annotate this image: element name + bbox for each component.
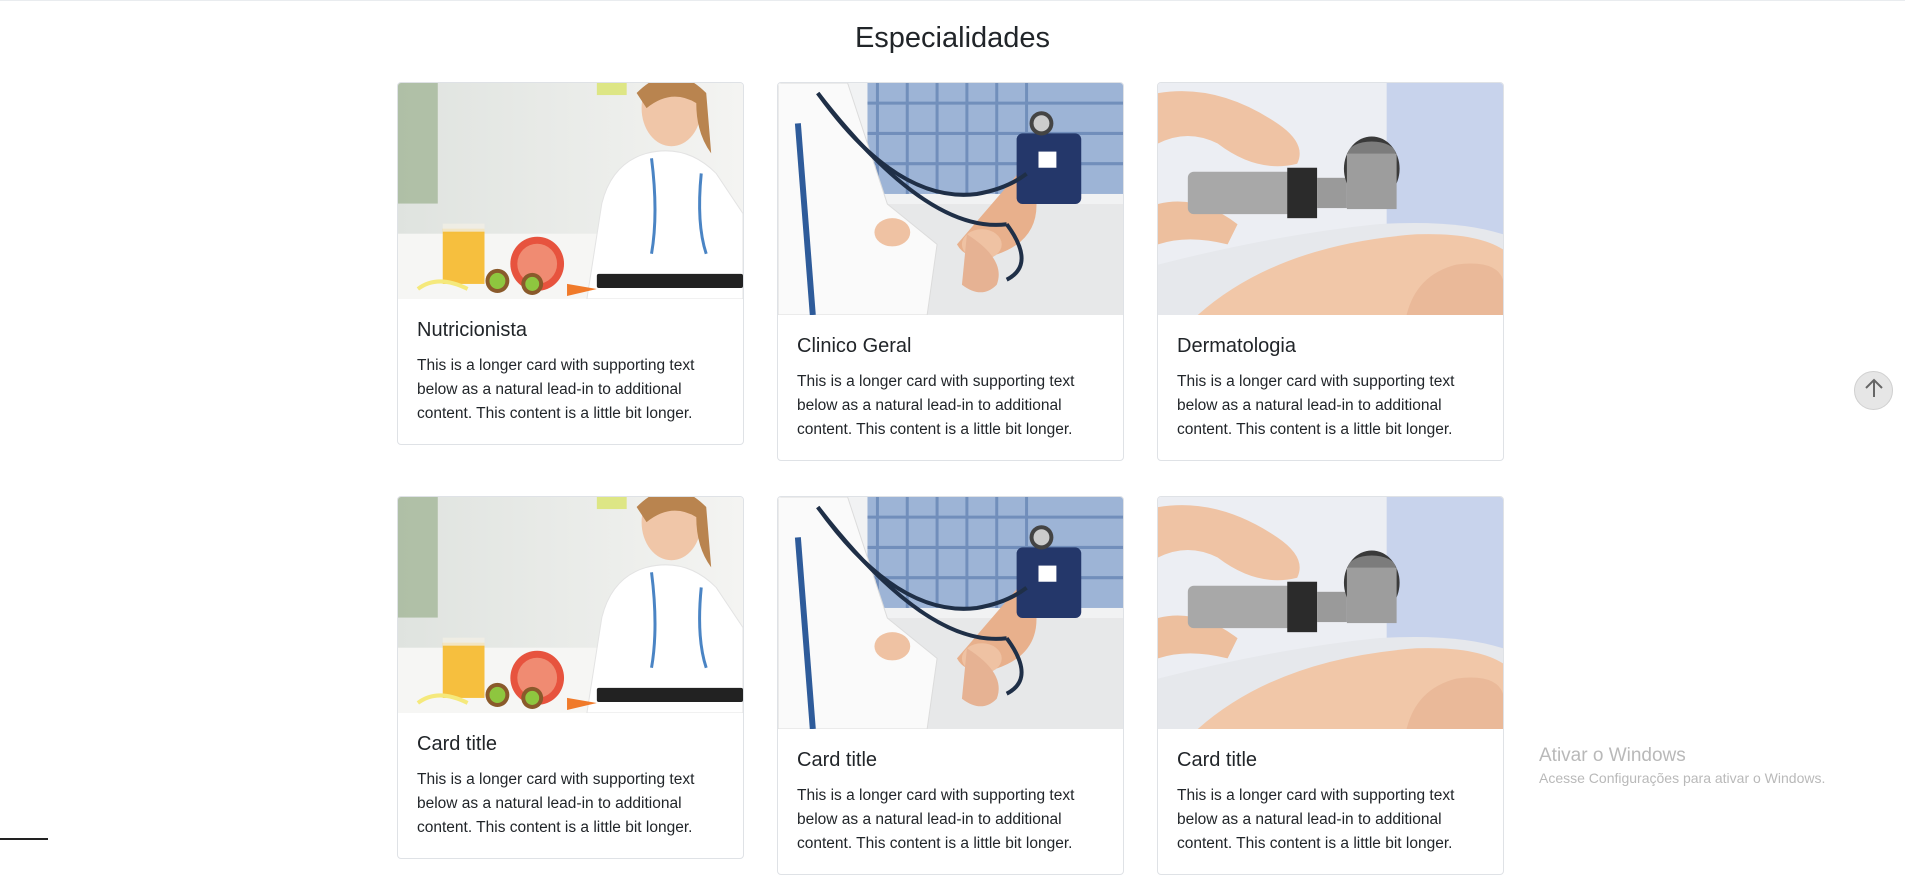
specialty-card[interactable]: Card title This is a longer card with sup…	[397, 496, 744, 859]
card-text: This is a longer card with supporting te…	[797, 373, 1075, 438]
watermark-subtitle: Acesse Configurações para ativar o Windo…	[1539, 770, 1826, 786]
dermatoscope-photo	[1158, 83, 1503, 315]
card-body: Card title This is a longer card with sup…	[398, 713, 743, 858]
card-text: This is a longer card with supporting te…	[417, 357, 695, 422]
nutritionist-photo	[398, 83, 743, 299]
nutritionist-photo	[398, 497, 743, 713]
card-body: Card title This is a longer card with sup…	[1158, 729, 1503, 874]
card-title: Dermatologia	[1177, 335, 1296, 357]
card-text: This is a longer card with supporting te…	[1177, 787, 1455, 852]
card-text: This is a longer card with supporting te…	[797, 787, 1075, 852]
card-title: Card title	[1177, 749, 1258, 771]
specialty-card[interactable]: Clinico Geral This is a longer card with …	[777, 82, 1124, 461]
specialty-card[interactable]: Dermatologia This is a longer card with s…	[1157, 82, 1504, 461]
card-body: Card title This is a longer card with sup…	[778, 729, 1123, 874]
specialty-card[interactable]: Card title This is a longer card with sup…	[777, 496, 1124, 875]
card-title: Clinico Geral	[797, 335, 912, 357]
dermatoscope-photo	[1158, 497, 1503, 729]
specialty-card[interactable]: Nutricionista This is a longer card with …	[397, 82, 744, 445]
blood-pressure-photo	[778, 83, 1123, 315]
card-title: Card title	[417, 733, 498, 755]
specialty-card[interactable]: Card title This is a longer card with sup…	[1157, 496, 1504, 875]
card-text: This is a longer card with supporting te…	[417, 771, 695, 836]
card-title: Card title	[797, 749, 878, 771]
watermark-title: Ativar o Windows	[1539, 745, 1686, 766]
card-body: Dermatologia This is a longer card with s…	[1158, 315, 1503, 460]
scroll-to-top-button[interactable]	[1854, 371, 1893, 410]
top-divider	[0, 0, 1905, 1]
blood-pressure-photo	[778, 497, 1123, 729]
section-title: Especialidades	[854, 22, 1051, 54]
card-text: This is a longer card with supporting te…	[1177, 373, 1455, 438]
card-body: Nutricionista This is a longer card with …	[398, 299, 743, 444]
windows-activation-watermark: Ativar o Windows Acesse Configurações pa…	[1539, 745, 1825, 786]
card-title: Nutricionista	[417, 319, 528, 341]
arrow-up-icon	[1863, 377, 1885, 404]
card-body: Clinico Geral This is a longer card with …	[778, 315, 1123, 460]
